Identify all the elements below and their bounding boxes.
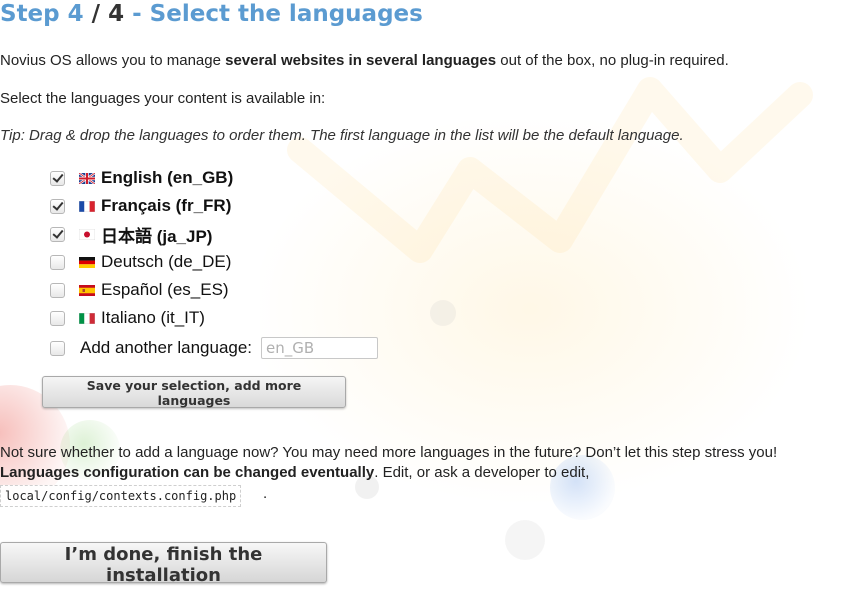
language-label-es-es: Español (es_ES) (101, 280, 229, 299)
language-label-it-it: Italiano (it_IT) (101, 308, 205, 327)
language-checkbox-ja-jp[interactable] (50, 226, 65, 242)
flag-de-icon (79, 256, 95, 268)
language-item-fr-fr[interactable]: Français (fr_FR) (50, 192, 378, 220)
intro-before: Novius OS allows you to manage (0, 52, 226, 69)
add-language-checkbox[interactable] (50, 340, 65, 356)
language-checkbox-en-gb[interactable] (50, 170, 65, 186)
intro-after: out of the box, no plug-in required. (496, 52, 729, 69)
language-checkbox-it-it[interactable] (50, 310, 65, 326)
language-item-en-gb[interactable]: English (en_GB) (50, 164, 378, 192)
language-label-ja-jp: 日本語 (ja_JP) (101, 226, 213, 246)
page-title: Step 4 / 4 - Select the languages (0, 1, 423, 27)
title-dash: - (132, 1, 142, 27)
note-after: . Edit, or ask a developer to edit, (374, 464, 590, 481)
language-label-en-gb: English (en_GB) (101, 168, 234, 187)
save-selection-button[interactable]: Save your selection, add more languages (42, 376, 346, 408)
config-file-path: local/config/contexts.config.php (0, 485, 242, 507)
language-item-ja-jp[interactable]: 日本語 (ja_JP) (50, 220, 378, 248)
language-checkbox-fr-fr[interactable] (50, 198, 65, 214)
title-step: Step 4 (0, 1, 84, 27)
flag-fr-icon (79, 200, 95, 212)
flag-gb-icon (79, 172, 95, 184)
select-languages-text: Select the languages your content is ava… (0, 90, 326, 107)
flag-jp-icon (79, 228, 95, 240)
add-language-row: Add another language: (50, 334, 379, 362)
tip-text: Tip: Drag & drop the languages to order … (0, 127, 684, 144)
language-list: English (en_GB) Français (fr_FR) 日本語 (ja… (50, 164, 379, 362)
language-checkbox-de-de[interactable] (50, 254, 65, 270)
title-heading: Select the languages (149, 1, 423, 27)
flag-it-icon (79, 312, 95, 324)
language-label-de-de: Deutsch (de_DE) (101, 252, 232, 271)
title-separator: / (91, 1, 101, 27)
intro-text: Novius OS allows you to manage several w… (0, 52, 729, 69)
finish-installation-button[interactable]: I’m done, finish the installation (0, 542, 327, 586)
flag-es-icon (79, 284, 95, 296)
note-bold: Languages configuration can be changed e… (0, 464, 375, 481)
note-text: Not sure whether to add a language now? … (0, 444, 778, 461)
language-item-de-de[interactable]: Deutsch (de_DE) (50, 248, 378, 276)
title-total: 4 (108, 1, 125, 27)
language-item-it-it[interactable]: Italiano (it_IT) (50, 304, 378, 332)
add-language-label: Add another language: (80, 338, 253, 357)
language-checkbox-es-es[interactable] (50, 282, 65, 298)
intro-bold: several websites in several languages (225, 52, 497, 69)
language-item-es-es[interactable]: Español (es_ES) (50, 276, 378, 304)
language-label-fr-fr: Français (fr_FR) (101, 196, 232, 215)
add-language-input[interactable] (261, 337, 379, 359)
note-config-text: Languages configuration can be changed e… (0, 464, 589, 481)
config-path-period: . (263, 485, 268, 502)
